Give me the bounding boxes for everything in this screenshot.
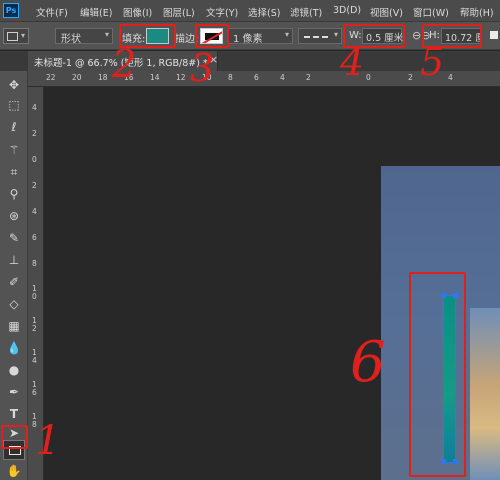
- ruler-tick: 0: [32, 155, 37, 164]
- menu-filter[interactable]: 滤镜(T): [290, 5, 322, 19]
- healing-icon[interactable]: ⊛: [3, 206, 25, 226]
- brush-icon[interactable]: ✎: [3, 228, 25, 248]
- ruler-tick: 6: [254, 73, 259, 82]
- annotation-number: 6: [350, 330, 386, 395]
- menu-window[interactable]: 窗口(W): [413, 5, 449, 19]
- eyedropper-icon[interactable]: ⚲: [3, 184, 25, 204]
- stroke-width-field[interactable]: 1 像素 ▾: [227, 28, 293, 45]
- menu-image[interactable]: 图像(I): [123, 5, 152, 19]
- eraser-icon[interactable]: ◇: [3, 294, 25, 314]
- ruler-tick: 2: [408, 73, 413, 82]
- blur-icon[interactable]: 💧: [3, 338, 25, 358]
- background-photo: [470, 308, 500, 480]
- annotation-number: 3: [190, 46, 215, 90]
- path-operations-icon[interactable]: [490, 31, 498, 39]
- menu-view[interactable]: 视图(V): [370, 5, 403, 19]
- ruler-tick: 1 2: [32, 316, 37, 333]
- ruler-tick: 4: [32, 207, 37, 216]
- ruler-tick: 4: [280, 73, 285, 82]
- menu-bar: Ps 文件(F) 编辑(E) 图像(I) 图层(L) 文字(Y) 选择(S) 滤…: [0, 0, 500, 22]
- menu-3d[interactable]: 3D(D): [333, 5, 361, 16]
- dashed-line-icon: [304, 36, 328, 38]
- ruler-tick: 4: [448, 73, 453, 82]
- annotation-number: 1: [35, 418, 61, 464]
- magic-wand-icon[interactable]: ⚚: [3, 140, 25, 160]
- annotation-number: 5: [420, 40, 445, 84]
- tools-panel: ✥ ⬚ ℓ ⚚ ⌗ ⚲ ⊛ ✎ ⊥ ✐ ◇ ▦ 💧 ● ✒ T ➤ ✋: [0, 71, 28, 480]
- menu-file[interactable]: 文件(F): [36, 5, 68, 19]
- ruler-tick: 1 6: [32, 380, 37, 397]
- tool-mode-select[interactable]: 形状 ▾: [55, 28, 113, 45]
- ruler-tick: 14: [150, 73, 160, 82]
- ruler-tick: 12: [176, 73, 186, 82]
- pen-icon[interactable]: ✒: [3, 382, 25, 402]
- dodge-icon[interactable]: ●: [3, 360, 25, 380]
- ruler-tick: 0: [366, 73, 371, 82]
- annotation-box-stroke: [195, 24, 229, 48]
- ruler-tick: 8: [32, 259, 37, 268]
- menu-layer[interactable]: 图层(L): [163, 5, 195, 19]
- ruler-tick: 8: [228, 73, 233, 82]
- stroke-width-value: 1 像素: [233, 34, 263, 45]
- menu-edit[interactable]: 编辑(E): [80, 5, 112, 19]
- annotation-box-tool: [1, 425, 28, 449]
- marquee-icon[interactable]: ⬚: [3, 95, 25, 115]
- crop-icon[interactable]: ⌗: [3, 162, 25, 182]
- ruler-tick: 22: [46, 73, 56, 82]
- chevron-down-icon: ▾: [284, 30, 289, 39]
- rectangle-preset-icon: [7, 32, 18, 41]
- ruler-tick: 2: [306, 73, 311, 82]
- ruler-tick: 2: [32, 181, 37, 190]
- tool-preset-picker[interactable]: ▾: [3, 28, 29, 44]
- ruler-tick: 18: [98, 73, 108, 82]
- stamp-icon[interactable]: ⊥: [3, 250, 25, 270]
- ruler-tick: 2: [32, 129, 37, 138]
- lasso-icon[interactable]: ℓ: [3, 117, 25, 137]
- annotation-number: 4: [340, 40, 365, 84]
- chevron-down-icon: ▾: [333, 30, 338, 39]
- move-icon[interactable]: ✥: [3, 75, 25, 95]
- ruler-tick: 4: [32, 103, 37, 112]
- photoshop-logo: Ps: [3, 3, 19, 18]
- gradient-icon[interactable]: ▦: [3, 316, 25, 336]
- ruler-tick: 20: [72, 73, 82, 82]
- tool-mode-value: 形状: [61, 34, 81, 45]
- type-icon[interactable]: T: [3, 404, 25, 424]
- ruler-tick: 6: [32, 233, 37, 242]
- stroke-type-select[interactable]: ▾: [298, 28, 342, 44]
- history-brush-icon[interactable]: ✐: [3, 272, 25, 292]
- chevron-down-icon: ▾: [104, 30, 109, 39]
- chevron-down-icon: ▾: [21, 31, 26, 40]
- menu-type[interactable]: 文字(Y): [206, 5, 238, 19]
- ruler-tick: 1 4: [32, 348, 37, 365]
- menu-select[interactable]: 选择(S): [248, 5, 280, 19]
- hand-icon[interactable]: ✋: [3, 461, 25, 480]
- annotation-number: 2: [112, 42, 137, 86]
- annotation-box-shape: [409, 272, 466, 477]
- menu-help[interactable]: 帮助(H): [460, 5, 494, 19]
- ruler-tick: 1 0: [32, 284, 37, 301]
